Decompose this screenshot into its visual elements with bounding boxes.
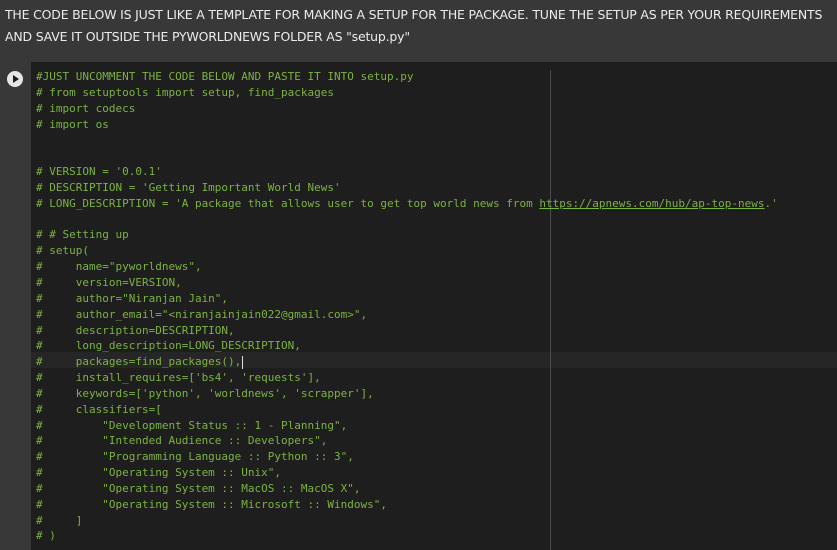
code-line: # DESCRIPTION = 'Getting Important World… [36,180,341,194]
text-cursor [242,355,244,369]
code-line: # # Setting up [36,228,129,242]
code-line-long-description: # LONG_DESCRIPTION = 'A package that all… [36,196,778,212]
code-line: # VERSION = '0.0.1' [36,165,162,179]
play-icon [13,75,19,83]
code-line: # long_description=LONG_DESCRIPTION, [36,339,301,353]
code-text: .' [764,196,778,210]
cell-gutter [0,62,31,550]
code-line: # version=VERSION, [36,275,182,289]
code-line: # "Development Status :: 1 - Planning", [36,418,348,432]
markdown-cell[interactable]: THE CODE BELOW IS JUST LIKE A TEMPLATE F… [0,0,837,62]
code-line: # from setuptools import setup, find_pac… [36,85,335,99]
code-editor[interactable]: #JUST UNCOMMENT THE CODE BELOW AND PASTE… [31,62,837,550]
code-line: #JUST UNCOMMENT THE CODE BELOW AND PASTE… [36,70,414,83]
code-line: # "Programming Language :: Python :: 3", [36,450,354,464]
markdown-text: THE CODE BELOW IS JUST LIKE A TEMPLATE F… [5,7,823,44]
code-line: # install_requires=['bs4', 'requests'], [36,371,321,385]
run-cell-button[interactable] [7,71,23,87]
code-line: # ] [36,513,83,527]
code-text: # packages=find_packages(), [36,355,242,369]
code-line: # "Operating System :: MacOS :: MacOS X"… [36,481,361,495]
code-line: # "Intended Audience :: Developers", [36,434,328,448]
code-line: # name="pyworldnews", [36,260,202,274]
code-line: # keywords=['python', 'worldnews', 'scra… [36,386,374,400]
code-line: # classifiers=[ [36,402,162,416]
code-line-active: # packages=find_packages(), [36,354,778,370]
code-line: # import codecs [36,101,136,115]
code-line: # description=DESCRIPTION, [36,323,235,337]
code-line: # author="Niranjan Jain", [36,291,229,305]
code-line: # "Operating System :: Unix", [36,466,282,480]
code-line: # ) [36,529,56,543]
code-text: # LONG_DESCRIPTION = 'A package that all… [36,196,540,210]
apnews-link[interactable]: https://apnews.com/hub/ap-top-news [539,197,764,210]
code-line: # import os [36,117,109,131]
code-line: # author_email="<niranjainjain022@gmail.… [36,307,368,321]
code-line: # setup( [36,244,89,258]
code-lines[interactable]: #JUST UNCOMMENT THE CODE BELOW AND PASTE… [36,69,778,544]
code-line: # "Operating System :: Microsoft :: Wind… [36,497,387,511]
